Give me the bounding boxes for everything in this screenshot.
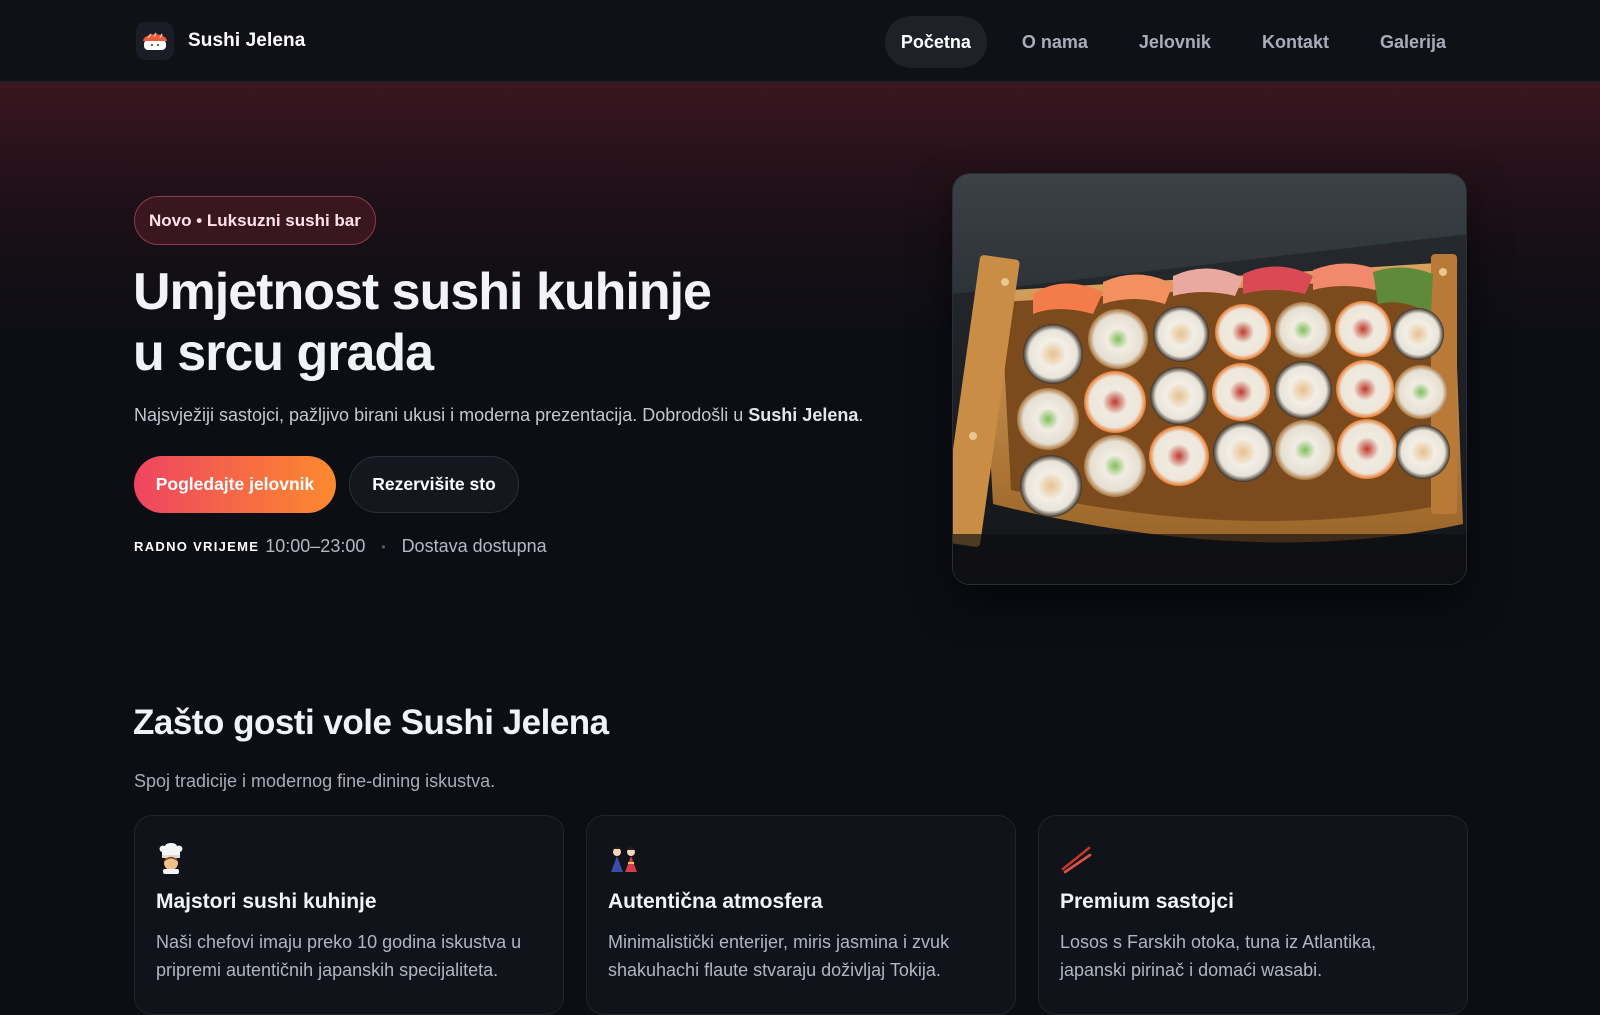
features-subtitle: Spoj tradicije i modernog fine-dining is… xyxy=(134,771,496,791)
chef-icon xyxy=(156,842,190,876)
feature-card-text: Minimalistički enterijer, miris jasmina … xyxy=(608,932,950,980)
hero-title-line-1: Umjetnost sushi kuhinje xyxy=(133,263,712,321)
nav-item-kontakt[interactable]: Kontakt xyxy=(1246,16,1345,68)
hours-value: 10:00–23:00 xyxy=(265,536,366,556)
nav-item-jelovnik[interactable]: Jelovnik xyxy=(1123,16,1227,68)
main-nav: Početna O nama Jelovnik Kontakt Galerija xyxy=(884,16,1462,68)
sushi-boat-image xyxy=(952,173,1467,585)
nav-item-pocetna[interactable]: Početna xyxy=(884,16,987,68)
hero-subtitle-brand: Sushi Jelena xyxy=(748,405,859,425)
feature-card-text: Losos s Farskih otoka, tuna iz Atlantika… xyxy=(1060,932,1377,980)
nav-item-galerija[interactable]: Galerija xyxy=(1364,16,1462,68)
hours-label: RADNO VRIJEME xyxy=(134,539,260,554)
feature-card-ingredients: Premium sastojci Losos s Farskih otoka, … xyxy=(1038,815,1468,1015)
feature-card-title: Autentična atmosfera xyxy=(608,890,823,913)
hero-subtitle-suffix: . xyxy=(858,405,864,425)
hero-title-line-2: u srcu grada xyxy=(133,324,434,382)
nav-item-o-nama[interactable]: O nama xyxy=(1006,16,1104,68)
feature-card-atmosphere: Autentična atmosfera Minimalistički ente… xyxy=(586,815,1016,1015)
sushi-logo-icon xyxy=(136,22,174,60)
hero-subtitle-text: Najsvježiji sastojci, pažljivo birani uk… xyxy=(134,405,744,425)
site-header: Sushi Jelena Početna O nama Jelovnik Kon… xyxy=(0,0,1600,82)
brand[interactable]: Sushi Jelena xyxy=(136,22,305,60)
brand-name: Sushi Jelena xyxy=(188,30,306,51)
dolls-icon xyxy=(608,842,642,876)
feature-card-chefs: Majstori sushi kuhinje Naši chefovi imaj… xyxy=(134,815,564,1015)
reserve-table-button[interactable]: Rezervišite sto xyxy=(349,456,519,513)
separator-dot: • xyxy=(381,539,386,554)
opening-hours: RADNO VRIJEME 10:00–23:00 • Dostava dost… xyxy=(134,536,547,557)
feature-card-text: Naši chefovi imaju preko 10 godina iskus… xyxy=(156,932,522,980)
hero-subtitle: Najsvježiji sastojci, pažljivo birani uk… xyxy=(134,405,863,426)
view-menu-button[interactable]: Pogledajte jelovnik xyxy=(134,456,336,513)
features-title: Zašto gosti vole Sushi Jelena xyxy=(133,703,609,742)
feature-card-title: Majstori sushi kuhinje xyxy=(156,890,377,913)
delivery-info: Dostava dostupna xyxy=(401,536,547,556)
chopsticks-icon xyxy=(1060,842,1094,876)
hero-badge: Novo • Luksuzni sushi bar xyxy=(134,196,376,245)
hero-title: Umjetnost sushi kuhinje u srcu grada xyxy=(133,262,853,384)
feature-card-title: Premium sastojci xyxy=(1060,890,1234,913)
